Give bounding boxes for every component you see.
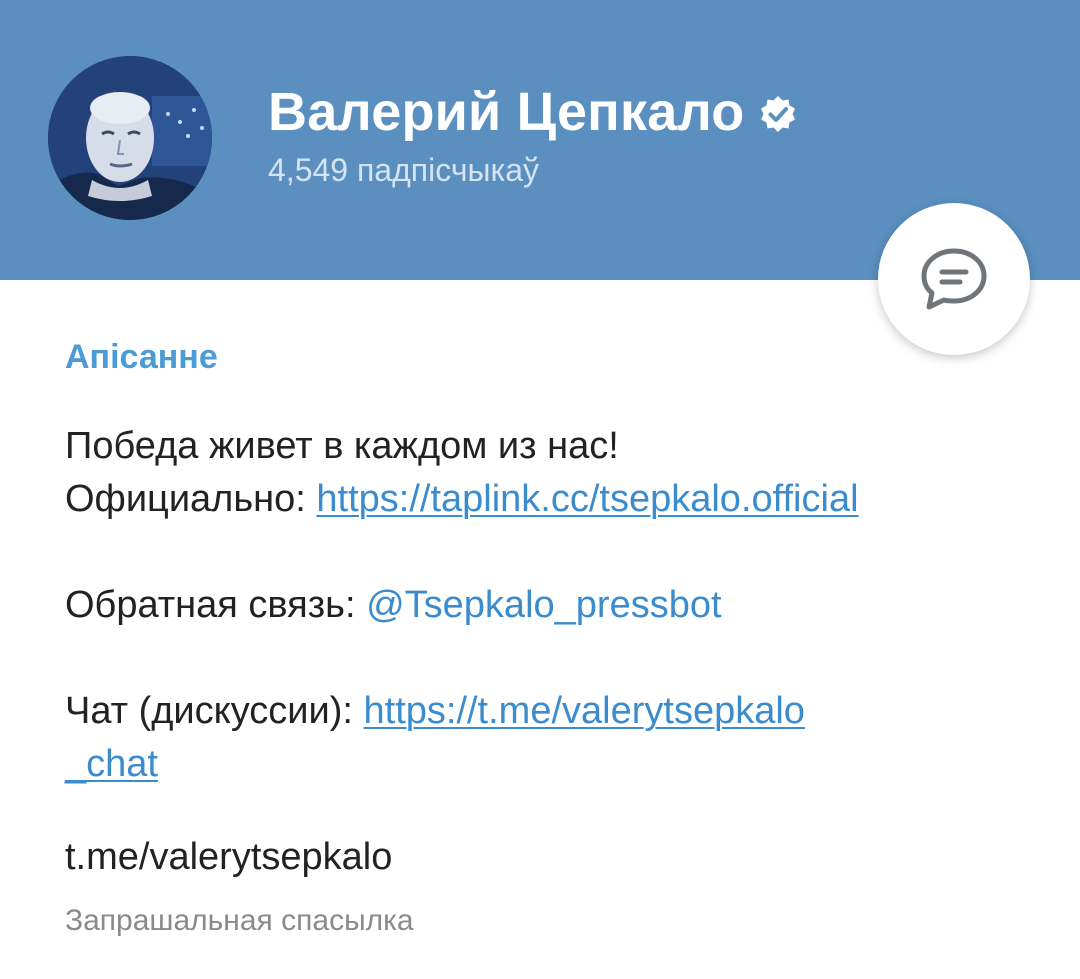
avatar[interactable]: [48, 56, 212, 220]
chat-bubble-icon: [921, 248, 987, 310]
feedback-label: Обратная связь:: [65, 584, 356, 626]
subscriber-count: 4,549 падпісчыкаў: [268, 152, 540, 188]
channel-title: Валерий Цепкало: [268, 80, 798, 144]
chat-button[interactable]: [878, 203, 1030, 355]
avatar-photo: [48, 56, 212, 220]
username-caption: Запрашальная спасылка: [65, 904, 414, 937]
description-text: Победа живет в каждом из нас! Официально…: [65, 420, 1025, 791]
channel-name: Валерий Цепкало: [268, 82, 745, 142]
chat-line: Чат (дискуссии): https://t.me/valerytsep…: [65, 685, 1025, 791]
chat-link[interactable]: https://t.me/valerytsepkalo: [364, 690, 805, 732]
feedback-line: Обратная связь: @Tsepkalo_pressbot: [65, 579, 1025, 632]
chat-link-continued[interactable]: _chat: [65, 743, 158, 785]
feedback-bot-mention[interactable]: @Tsepkalo_pressbot: [366, 584, 721, 626]
description-line: Победа живет в каждом из нас!: [65, 425, 619, 467]
official-line: Официально: https://taplink.cc/tsepkalo.…: [65, 473, 1025, 526]
channel-username[interactable]: t.me/valerytsepkalo: [65, 836, 392, 879]
verified-badge-icon: [758, 94, 798, 134]
official-label: Официально:: [65, 478, 306, 520]
official-link[interactable]: https://taplink.cc/tsepkalo.official: [316, 478, 858, 520]
chat-label: Чат (дискуссии):: [65, 690, 353, 732]
description-title: Апісанне: [65, 338, 218, 376]
